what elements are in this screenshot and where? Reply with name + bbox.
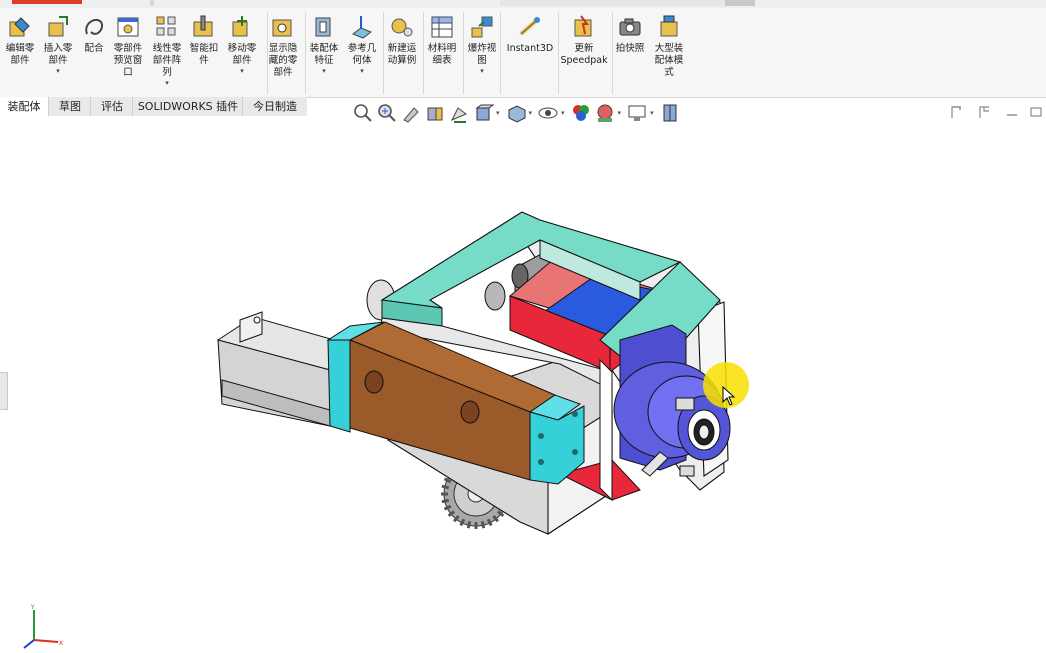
tab-2[interactable]: 评估 [90,97,133,116]
ribbon-tool-component-preview[interactable]: 零部件 预览窗 口 [108,14,148,79]
z-axis-icon [23,639,35,649]
smart-fastener-icon [193,15,213,37]
snapshot-icon [619,18,641,36]
move-component-icon [232,16,248,37]
show-hidden-icon [272,19,292,37]
reference-geometry-icon [351,16,373,39]
ribbon-tool-move-component[interactable]: 移动零 部件 ▾ [222,14,262,75]
chevron-down-icon[interactable]: ▾ [480,67,484,75]
ribbon-tool-label: 线性零 部件阵 列 [152,43,182,78]
ribbon-separator [305,12,306,94]
graphics-area[interactable] [0,120,1046,653]
ribbon-tool-label: 更新 Speedpak [560,43,608,66]
ribbon-tool-label: 智能扣 件 [189,43,219,66]
component-preview-icon [117,17,139,37]
assembly-feature-icon [315,17,331,37]
ribbon-tool-label: 插入零 部件 [43,43,73,66]
ribbon-tool-instant3d[interactable]: Instant3D [506,14,554,55]
ribbon-tool-large-assembly[interactable]: 大型装 配体模 式 [649,14,689,79]
ribbon-tool-edit-component[interactable]: 编辑零 部件 [0,14,40,67]
reference-triad: Y X [23,604,63,649]
chevron-down-icon[interactable]: ▾ [496,109,500,117]
gear-tooth [441,484,450,490]
ribbon-tool-label: 显示隐 藏的零 部件 [268,43,298,78]
bom-icon [431,16,453,38]
ribbon-separator [267,12,268,94]
strip-divider [150,0,154,6]
gear-tooth [480,520,486,529]
chevron-down-icon[interactable]: ▾ [650,109,654,117]
ribbon-tool-label: 大型装 配体模 式 [654,43,684,78]
command-manager-ribbon: 编辑零 部件 插入零 部件 ▾ 配合 零部件 预览窗 口线性零 部件阵 列 ▾ 智能扣 件移… [0,0,1046,98]
ribbon-tool-show-hidden[interactable]: 显示隐 藏的零 部件 [263,14,303,79]
chevron-down-icon[interactable]: ▾ [529,109,533,117]
ribbon-tool-label: 编辑零 部件 [5,43,35,66]
ribbon-tool-assembly-feature[interactable]: 装配体 特征 ▾ [304,14,344,75]
minimize-window-icon[interactable] [1004,103,1022,121]
ribbon-tool-linear-pattern[interactable]: 线性零 部件阵 列 ▾ [147,14,187,87]
instant3d-icon [519,17,540,36]
chevron-down-icon[interactable]: ▾ [322,67,326,75]
chevron-down-icon[interactable]: ▾ [561,109,565,117]
speedpak-icon [574,15,592,37]
ribbon-separator [423,12,424,94]
ribbon-tool-label: 移动零 部件 [227,43,257,66]
ribbon-separator [500,12,501,94]
insert-component-icon [48,16,68,37]
ribbon-tool-insert-component[interactable]: 插入零 部件 ▾ [38,14,78,75]
brown-bracket[interactable] [348,321,557,481]
ribbon-separator [463,12,464,94]
linear-rail[interactable] [216,311,346,427]
edit-component-icon [9,17,30,37]
y-axis-label: Y [30,604,35,611]
ribbon-tool-label: 材料明 细表 [427,43,457,66]
chevron-down-icon[interactable]: ▾ [240,67,244,75]
ribbon-tool-label: Instant3D [506,43,554,54]
tab-3[interactable]: SOLIDWORKS 插件 [132,97,243,116]
x-axis-icon [33,639,59,643]
title-strip [0,0,1046,8]
gear-tooth [441,498,450,504]
ribbon-tool-reference-geometry[interactable]: 参考几 何体 ▾ [342,14,382,75]
ribbon-tool-smart-fastener[interactable]: 智能扣 件 [184,14,224,67]
large-assembly-icon [660,15,678,37]
ribbon-separator [558,12,559,94]
app-accent-bar [12,0,82,4]
maximize-window-icon[interactable] [1028,103,1046,121]
ribbon-tool-label: 新建运 动算例 [387,43,417,66]
tab-0[interactable]: 装配体 [0,97,48,118]
chevron-down-icon[interactable]: ▾ [618,109,622,117]
x-axis-label: X [59,640,63,647]
ribbon-tool-exploded-view[interactable]: 爆炸视 图 ▾ [462,14,502,75]
ribbon-tool-speedpak[interactable]: 更新 Speedpak [560,14,608,67]
tab-4[interactable]: 今日制造 [242,97,307,116]
ribbon-tool-bom[interactable]: 材料明 细表 [422,14,462,67]
gear-tooth [466,520,472,529]
strip-segment [500,0,750,6]
tab-1[interactable]: 草图 [48,97,91,116]
ribbon-tool-snapshot[interactable]: 拍快照 [610,14,650,55]
ribbon-tool-motion-study[interactable]: 新建运 动算例 [382,14,422,67]
mouse-pointer-icon [722,386,736,406]
ribbon-separator [383,12,384,94]
exploded-view-icon [471,16,493,38]
ribbon-separator [612,12,613,94]
chevron-down-icon[interactable]: ▾ [56,67,60,75]
command-tabs: 装配体 草图 评估 SOLIDWORKS 插件 今日制造 [0,97,307,118]
mate-icon [85,18,103,35]
motion-study-icon [391,18,413,37]
ribbon-tool-label: 装配体 特征 [309,43,339,66]
strip-block [725,0,755,6]
restore-window-icon[interactable] [976,103,994,121]
ribbon-tool-label: 配合 [84,43,104,54]
chevron-down-icon[interactable]: ▾ [165,79,169,87]
ribbon-tool-label: 零部件 预览窗 口 [113,43,143,78]
chevron-down-icon[interactable]: ▾ [360,67,364,75]
tile-window-icon[interactable] [948,103,966,121]
ribbon-tool-label: 爆炸视 图 [467,43,497,66]
ribbon-tool-label: 拍快照 [615,43,645,54]
linear-pattern-icon [156,16,176,36]
ribbon-tool-label: 参考几 何体 [347,43,377,66]
